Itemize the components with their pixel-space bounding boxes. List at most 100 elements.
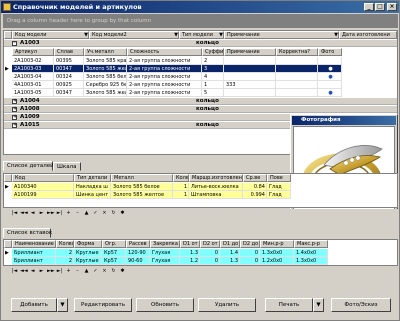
insert-d1to-cell[interactable]: 1.3 [220, 257, 240, 265]
group-row-collapsed[interactable]: + A1008 кольцо [4, 106, 397, 113]
delete-record-icon[interactable]: – [74, 268, 81, 274]
photo-window-title-bar[interactable]: Фотография [292, 116, 396, 125]
insert-d2to-cell[interactable]: 0 [240, 249, 260, 257]
maximize-button[interactable]: □ [375, 3, 385, 11]
alloy-cell[interactable]: 00395 [54, 57, 84, 65]
suffix-cell[interactable]: 2 [202, 57, 224, 65]
complexity-cell[interactable]: 2-ая группа сложности [127, 57, 202, 65]
insert-d1to-cell[interactable]: 1.4 [220, 249, 240, 257]
detail-code-cell[interactable]: A100199 [12, 191, 74, 199]
alloy-cell[interactable]: 00347 [54, 89, 84, 97]
col-header-manufacture-date[interactable]: Дата изготовлени [339, 31, 397, 39]
add-dropdown-button[interactable]: ▼ [57, 298, 68, 312]
insert-max-cell[interactable]: 1.3x0x0 [294, 257, 328, 265]
expand-toggle[interactable]: + [12, 115, 17, 120]
next-record-icon[interactable]: ► [38, 210, 45, 216]
cancel-record-icon[interactable]: × [101, 268, 108, 274]
col-header-route[interactable]: Маршр.изготовлен [189, 174, 243, 182]
detail-metal-cell[interactable]: Золото 585 белое [111, 183, 173, 191]
last-record-icon[interactable]: ►| [56, 210, 63, 216]
col-header-model-code[interactable]: Код модели ▼ [12, 31, 89, 39]
col-header-insert-d2from[interactable]: D2 от [200, 240, 220, 248]
details-grid[interactable]: Код Тип детали Металл Коле Маршр.изготов… [3, 173, 398, 208]
prev-record-icon[interactable]: ◄ [29, 210, 36, 216]
col-header-insert-min[interactable]: Мин.р-р [260, 240, 294, 248]
suffix-cell[interactable]: 4 [202, 73, 224, 81]
alloy-cell[interactable]: 00324 [54, 73, 84, 81]
photo-flag-cell[interactable]: ● [318, 89, 342, 97]
alloy-cell[interactable]: 00925 [54, 81, 84, 89]
note-cell[interactable]: 333 [224, 81, 276, 89]
expand-toggle[interactable]: + [12, 107, 17, 112]
next-page-icon[interactable]: ►► [47, 210, 55, 216]
add-button[interactable]: Добавить [11, 298, 57, 312]
insert-d1from-cell[interactable]: 1.3 [180, 249, 200, 257]
delete-record-icon[interactable]: – [74, 210, 81, 216]
refresh-record-icon[interactable]: ↻ [110, 268, 117, 274]
col-header-photo[interactable]: Фото [318, 48, 342, 56]
correct-cell[interactable] [276, 65, 318, 73]
col-header-insert-max[interactable]: Макс.р-р [294, 240, 328, 248]
detail-qty-cell[interactable]: 1 [173, 191, 189, 199]
expand-toggle[interactable]: + [12, 99, 17, 104]
col-header-alloy[interactable]: Сплав [54, 48, 84, 56]
metal-cell[interactable]: Золото 585 бел [84, 73, 127, 81]
correct-cell[interactable] [276, 57, 318, 65]
detail-type-cell[interactable]: Накладка ш [74, 183, 111, 191]
article-cell[interactable]: 2A1003-04 [12, 73, 54, 81]
col-header-insert-cut[interactable]: Огр. [102, 240, 126, 248]
photo-flag-cell[interactable] [318, 81, 342, 89]
edit-record-icon[interactable]: ▲ [83, 210, 90, 216]
last-record-icon[interactable]: ►| [56, 268, 63, 274]
col-header-insert-qty[interactable]: Колво [56, 240, 74, 248]
article-cell[interactable]: 4A1003-01 [12, 81, 54, 89]
detail-type-cell[interactable]: Шинка цент [74, 191, 111, 199]
photo-flag-cell[interactable] [318, 57, 342, 65]
detail-qty-cell[interactable]: 1 [173, 183, 189, 191]
insert-max-cell[interactable]: 1.4x0x0 [294, 249, 328, 257]
detail-surface-cell[interactable]: Глад [267, 183, 291, 191]
col-header-insert-shape[interactable]: Форма [74, 240, 102, 248]
col-header-note[interactable]: Примечание ▼ [224, 31, 339, 39]
complexity-cell[interactable]: 2-ая группа сложности [127, 73, 202, 81]
insert-name-cell[interactable]: Бриллиант [12, 257, 56, 265]
col-header-avg-weight[interactable]: Ср.ве [243, 174, 267, 182]
detail-surface-cell[interactable]: Глад [267, 191, 291, 199]
print-button[interactable]: Печать [265, 298, 313, 312]
insert-record-icon[interactable]: + [65, 268, 72, 274]
correct-cell[interactable] [276, 81, 318, 89]
filter-dropdown-icon[interactable]: ▼ [219, 32, 223, 38]
insert-d2to-cell[interactable]: 0 [240, 257, 260, 265]
insert-shape-cell[interactable]: Круглые [74, 249, 102, 257]
complexity-cell[interactable]: 2-ая группа сложности [127, 89, 202, 97]
metal-cell[interactable]: Золото 585 жел [84, 65, 127, 73]
post-record-icon[interactable]: ✓ [92, 210, 99, 216]
expand-toggle[interactable]: + [12, 123, 17, 128]
insert-sieve-cell[interactable]: 90-60 [126, 257, 150, 265]
refresh-button[interactable]: Обновить [136, 298, 194, 312]
filter-dropdown-icon[interactable]: ▼ [174, 32, 178, 38]
print-dropdown-button[interactable]: ▼ [313, 298, 324, 312]
detail-route-cell[interactable]: Штамповка [189, 191, 243, 199]
insert-min-cell[interactable]: 1.3x0x0 [260, 249, 294, 257]
detail-weight-cell[interactable]: 0.994 [243, 191, 267, 199]
next-record-icon[interactable]: ► [38, 268, 45, 274]
metal-cell[interactable]: Серебро 925 бе [84, 81, 127, 89]
col-header-metal[interactable]: Уч.металл [84, 48, 127, 56]
col-header-article-note[interactable]: Примечание [224, 48, 276, 56]
suffix-cell[interactable]: 3 [202, 65, 224, 73]
next-page-icon[interactable]: ►► [47, 268, 55, 274]
correct-cell[interactable] [276, 89, 318, 97]
insert-d2from-cell[interactable]: 0 [200, 257, 220, 265]
prev-record-icon[interactable]: ◄ [29, 268, 36, 274]
photo-flag-cell[interactable]: ● [318, 65, 342, 73]
bookmark-icon[interactable]: ✱ [119, 268, 126, 274]
photo-flag-cell[interactable]: ● [318, 73, 342, 81]
col-header-suffix[interactable]: Суффи [202, 48, 224, 56]
group-by-panel[interactable]: Drag a column header here to group by th… [3, 14, 398, 28]
suffix-cell[interactable]: 5 [202, 89, 224, 97]
insert-qty-cell[interactable]: 2 [56, 257, 74, 265]
insert-qty-cell[interactable]: 2 [56, 249, 74, 257]
insert-record-icon[interactable]: + [65, 210, 72, 216]
filter-dropdown-icon[interactable]: ▼ [84, 32, 88, 38]
